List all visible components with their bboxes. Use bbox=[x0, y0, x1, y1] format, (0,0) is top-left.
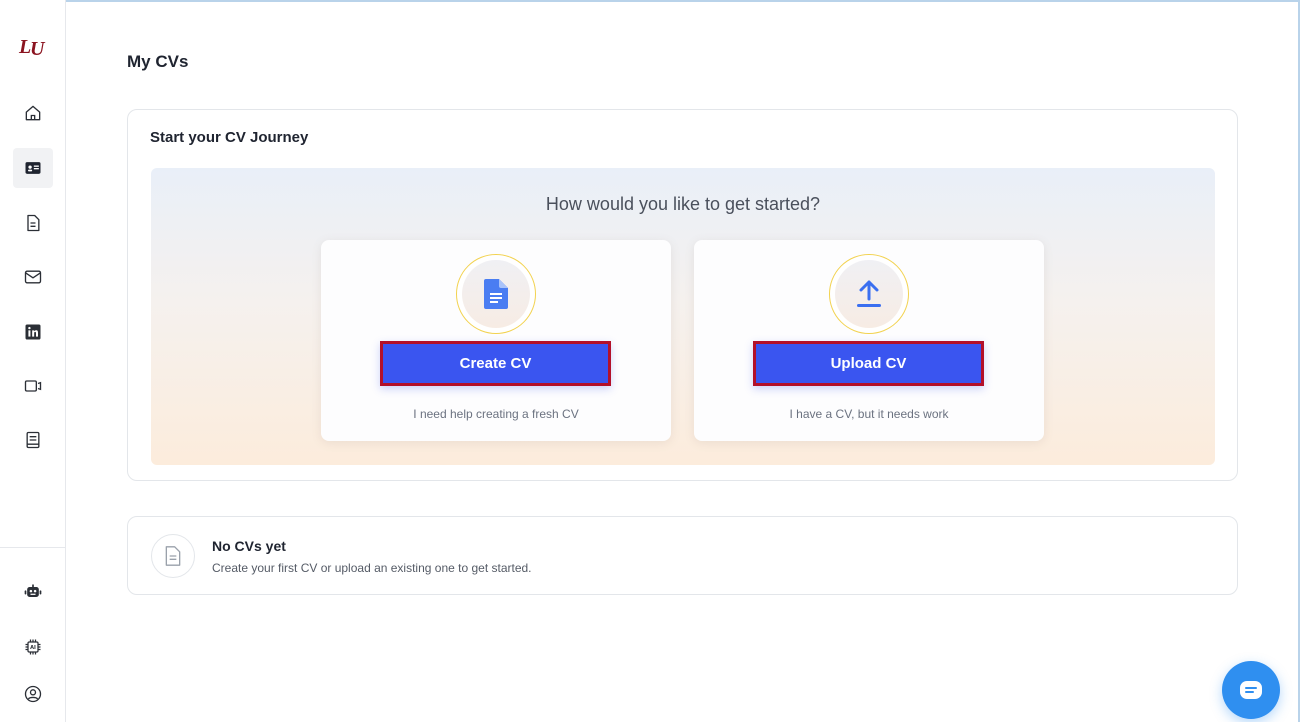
id-card-icon bbox=[25, 162, 41, 174]
robot-icon bbox=[24, 584, 42, 597]
sidebar-item-home[interactable] bbox=[13, 93, 53, 133]
svg-text:U: U bbox=[30, 38, 46, 59]
empty-state-subtitle: Create your first CV or upload an existi… bbox=[212, 561, 532, 575]
create-cv-option: Create CV I need help creating a fresh C… bbox=[321, 240, 671, 441]
upload-cv-button[interactable]: Upload CV bbox=[753, 341, 984, 386]
create-cv-caption: I need help creating a fresh CV bbox=[413, 407, 579, 421]
get-started-panel: How would you like to get started? Creat… bbox=[151, 168, 1215, 465]
chat-icon bbox=[1240, 681, 1262, 699]
document-icon bbox=[484, 279, 508, 309]
linkedin-icon bbox=[25, 324, 41, 340]
sidebar-item-ai[interactable]: AI bbox=[13, 627, 53, 667]
sidebar-item-profile[interactable] bbox=[13, 674, 53, 714]
sidebar-item-bot[interactable] bbox=[13, 572, 53, 612]
sidebar-item-linkedin[interactable] bbox=[13, 312, 53, 352]
sidebar-item-guide[interactable] bbox=[13, 420, 53, 460]
sidebar-item-video[interactable] bbox=[13, 366, 53, 406]
upload-cv-caption: I have a CV, but it needs work bbox=[789, 407, 949, 421]
sidebar-item-mail[interactable] bbox=[13, 257, 53, 297]
journey-title: Start your CV Journey bbox=[150, 129, 309, 146]
sidebar-divider bbox=[0, 547, 66, 548]
document-icon bbox=[27, 214, 40, 232]
empty-state-card: No CVs yet Create your first CV or uploa… bbox=[127, 516, 1238, 595]
create-cv-icon-badge bbox=[456, 254, 536, 334]
empty-state-icon-badge bbox=[151, 534, 195, 578]
sidebar-item-documents[interactable] bbox=[13, 203, 53, 243]
logo-icon: L U bbox=[18, 36, 49, 60]
create-cv-button[interactable]: Create CV bbox=[380, 341, 611, 386]
upload-cv-option: Upload CV I have a CV, but it needs work bbox=[694, 240, 1044, 441]
upload-icon bbox=[857, 280, 881, 307]
page-title: My CVs bbox=[127, 52, 189, 71]
user-circle-icon bbox=[24, 685, 42, 703]
cv-journey-card: Start your CV Journey How would you like… bbox=[127, 109, 1238, 481]
ai-chip-icon: AI bbox=[25, 639, 41, 655]
svg-text:AI: AI bbox=[30, 645, 36, 651]
video-icon bbox=[24, 380, 42, 392]
sidebar: L U AI bbox=[0, 0, 66, 722]
empty-state-title: No CVs yet bbox=[212, 538, 286, 554]
file-icon bbox=[165, 546, 181, 566]
brand-logo[interactable]: L U bbox=[18, 33, 50, 60]
upload-cv-icon-badge bbox=[829, 254, 909, 334]
book-icon bbox=[26, 431, 40, 449]
sidebar-item-my-cvs[interactable] bbox=[13, 148, 53, 188]
mail-icon bbox=[24, 270, 42, 284]
get-started-heading: How would you like to get started? bbox=[545, 194, 821, 214]
chat-button[interactable] bbox=[1222, 661, 1280, 719]
home-icon bbox=[25, 105, 41, 121]
